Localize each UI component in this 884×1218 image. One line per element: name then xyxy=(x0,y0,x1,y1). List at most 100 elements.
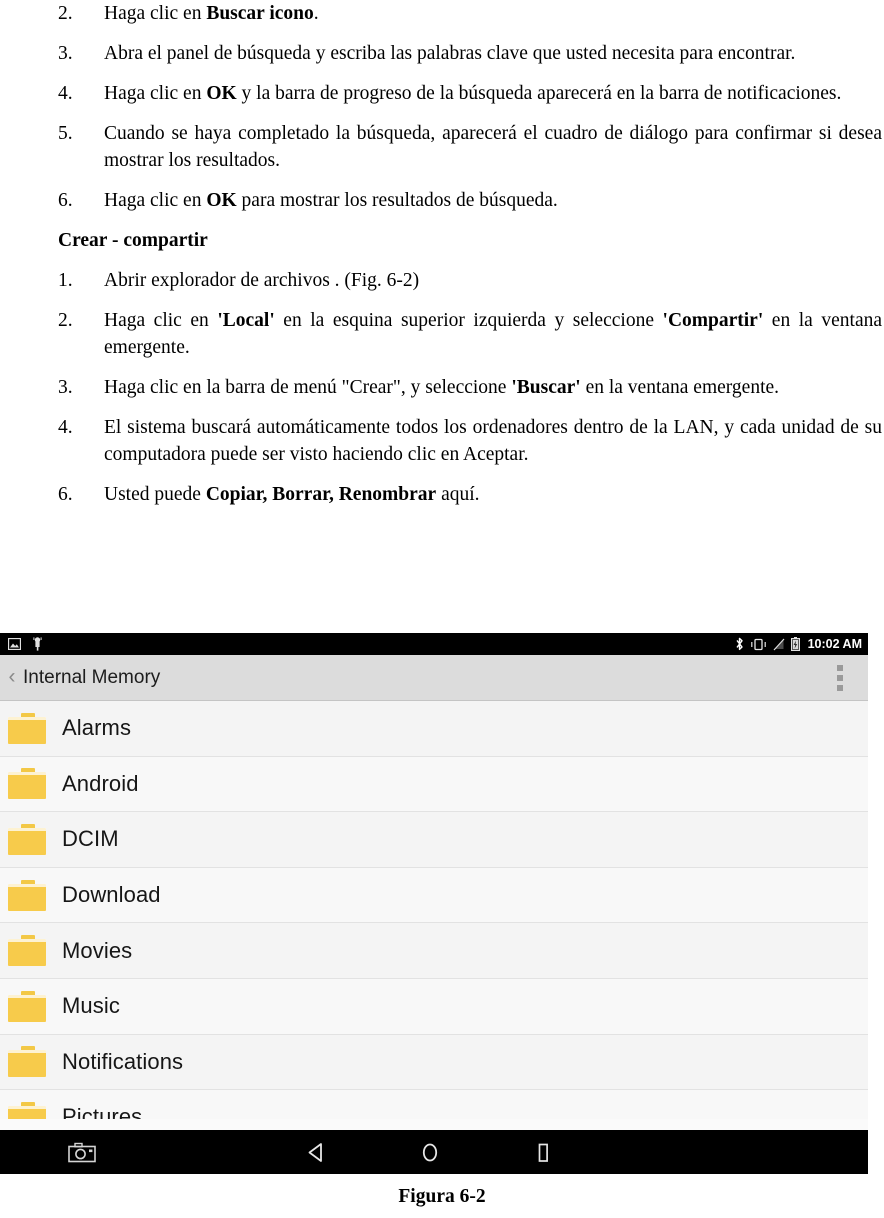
share-step-item-number: 3. xyxy=(58,377,73,398)
file-list-row-label: Notifications xyxy=(62,1048,184,1074)
share-step-item-text: Haga clic en la barra de menú "Crear", y… xyxy=(104,374,882,401)
battery-charging-icon xyxy=(790,637,800,652)
file-list-row[interactable]: Pictures xyxy=(0,1090,868,1119)
search-step-item-text: Haga clic en Buscar icono. xyxy=(104,0,882,27)
emphasis-text: 'Buscar' xyxy=(511,377,581,398)
system-navigation-bar xyxy=(0,1130,868,1174)
search-step-item-text: Abra el panel de búsqueda y escriba las … xyxy=(104,40,882,67)
emphasis-text: OK xyxy=(206,83,237,104)
plain-text: para mostrar los resultados de búsqueda. xyxy=(236,190,558,211)
search-step-item: 3. Abra el panel de búsqueda y escriba la… xyxy=(0,40,884,67)
back-button-icon[interactable] xyxy=(306,1142,326,1168)
screenshot-button-icon[interactable] xyxy=(68,1142,96,1168)
file-list-row-label: Music xyxy=(62,993,120,1019)
section-heading-crear-compartir: Crear - compartir xyxy=(58,230,208,251)
file-list-row-label: DCIM xyxy=(62,826,119,852)
search-step-item: 5. Cuando se haya completado la búsqueda,… xyxy=(0,120,884,174)
emphasis-text: Copiar, Borrar, Renombrar xyxy=(205,484,437,505)
plain-text: . xyxy=(313,3,319,24)
figure-android-file-explorer: 10:02 AM ‹ Internal Memory Alarms Android… xyxy=(0,633,868,1174)
bluetooth-icon xyxy=(735,637,744,651)
file-list-row-label: Download xyxy=(62,882,161,908)
overflow-menu-button[interactable] xyxy=(812,655,868,701)
chevron-left-icon[interactable]: ‹ xyxy=(4,666,20,689)
folder-icon xyxy=(8,1101,46,1119)
figure-caption: Figura 6-2 xyxy=(398,1186,486,1207)
share-step-item: 2. Haga clic en 'Local' en la esquina sup… xyxy=(0,307,884,361)
plain-text: en la ventana emergente. xyxy=(580,377,780,398)
plain-text: Usted puede xyxy=(104,484,206,505)
status-bar-right-icons: 10:02 AM xyxy=(735,637,862,652)
ordered-list-share-steps: 1. Abrir explorador de archivos . (Fig. 6… xyxy=(0,267,884,508)
search-step-item-text: Haga clic en OK para mostrar los resulta… xyxy=(104,187,882,214)
ordered-list-search-steps: 2. Haga clic en Buscar icono. 3. Abra el pa… xyxy=(0,0,884,214)
emphasis-text: OK xyxy=(206,190,237,211)
emphasis-text: 'Compartir' xyxy=(662,310,764,331)
share-step-item: 3. Haga clic en la barra de menú "Crear",… xyxy=(0,374,884,401)
share-step-item-text: Usted puede Copiar, Borrar, Renombrar aq… xyxy=(104,481,882,508)
file-list[interactable]: Alarms Android DCIM Download Movies Music Noti… xyxy=(0,701,868,1119)
screenshot-icon xyxy=(7,637,22,651)
search-step-item-number: 4. xyxy=(58,83,73,104)
overflow-dot xyxy=(837,664,843,671)
file-list-row[interactable]: Alarms xyxy=(0,701,868,757)
plain-text: en la esquina superior izquierda y selec… xyxy=(274,310,663,331)
search-step-item-text: Cuando se haya completado la búsqueda, a… xyxy=(104,120,882,174)
file-list-row[interactable]: DCIM xyxy=(0,812,868,868)
file-list-row-label: Alarms xyxy=(62,715,132,741)
plain-text: Abrir explorador de archivos . (Fig. 6-2… xyxy=(104,270,420,291)
plain-text: Cuando se haya completado la búsqueda, a… xyxy=(104,123,882,171)
file-list-row-label: Pictures xyxy=(62,1104,143,1119)
share-step-item-text: Haga clic en 'Local' en la esquina super… xyxy=(104,307,882,361)
file-list-row-label: Movies xyxy=(62,937,133,963)
folder-icon xyxy=(8,712,46,744)
app-toolbar: ‹ Internal Memory xyxy=(0,655,868,701)
home-button-icon[interactable] xyxy=(420,1142,440,1168)
folder-icon xyxy=(8,990,46,1022)
share-step-item-number: 2. xyxy=(58,310,73,331)
plain-text: aquí. xyxy=(436,484,480,505)
signal-off-icon xyxy=(773,638,785,651)
overflow-dot xyxy=(837,674,843,681)
file-list-row[interactable]: Download xyxy=(0,867,868,924)
page-root: 2. Haga clic en Buscar icono. 3. Abra el pa… xyxy=(0,0,884,1218)
status-bar: 10:02 AM xyxy=(0,633,868,655)
vibrate-icon xyxy=(750,638,767,651)
plain-text: El sistema buscará automáticamente todos… xyxy=(104,417,882,465)
file-list-row[interactable]: Movies xyxy=(0,923,868,979)
share-step-item: 6. Usted puede Copiar, Borrar, Renombrar … xyxy=(0,481,884,508)
share-step-item: 4. El sistema buscará automáticamente tod… xyxy=(0,414,884,468)
search-step-item-number: 6. xyxy=(58,190,73,211)
search-step-item-text: Haga clic en OK y la barra de progreso d… xyxy=(104,80,882,107)
status-bar-clock: 10:02 AM xyxy=(807,637,862,651)
recents-button-icon[interactable] xyxy=(534,1143,552,1168)
file-list-row-label: Android xyxy=(62,770,139,796)
plain-text: Haga clic en xyxy=(104,3,207,24)
folder-icon xyxy=(8,1046,46,1078)
plain-text: Haga clic en xyxy=(104,83,207,104)
share-step-item-text: El sistema buscará automáticamente todos… xyxy=(104,414,882,468)
search-step-item: 2. Haga clic en Buscar icono. xyxy=(0,0,884,27)
file-list-row[interactable]: Android xyxy=(0,756,868,813)
toolbar-title-internal-memory: Internal Memory xyxy=(23,666,161,688)
emphasis-text: 'Local' xyxy=(217,310,275,331)
share-step-item-number: 4. xyxy=(58,417,73,438)
usb-debug-icon xyxy=(32,637,43,651)
plain-text: Haga clic en la barra de menú "Crear", y… xyxy=(104,377,512,398)
search-step-item: 6. Haga clic en OK para mostrar los resul… xyxy=(0,187,884,214)
folder-icon xyxy=(8,768,46,800)
plain-text: Abra el panel de búsqueda y escriba las … xyxy=(104,43,796,64)
share-step-item-text: Abrir explorador de archivos . (Fig. 6-2… xyxy=(104,267,882,294)
file-list-row[interactable]: Notifications xyxy=(0,1034,868,1091)
search-step-item-number: 2. xyxy=(58,3,73,24)
share-step-item: 1. Abrir explorador de archivos . (Fig. 6… xyxy=(0,267,884,294)
share-step-item-number: 6. xyxy=(58,484,73,505)
search-step-item-number: 5. xyxy=(58,123,73,144)
plain-text: Haga clic en xyxy=(104,310,218,331)
folder-icon xyxy=(8,879,46,911)
document-body: 2. Haga clic en Buscar icono. 3. Abra el pa… xyxy=(0,0,884,521)
file-list-row[interactable]: Music xyxy=(0,978,868,1035)
folder-icon xyxy=(8,823,46,855)
overflow-dot xyxy=(837,684,843,691)
folder-icon xyxy=(8,935,46,967)
